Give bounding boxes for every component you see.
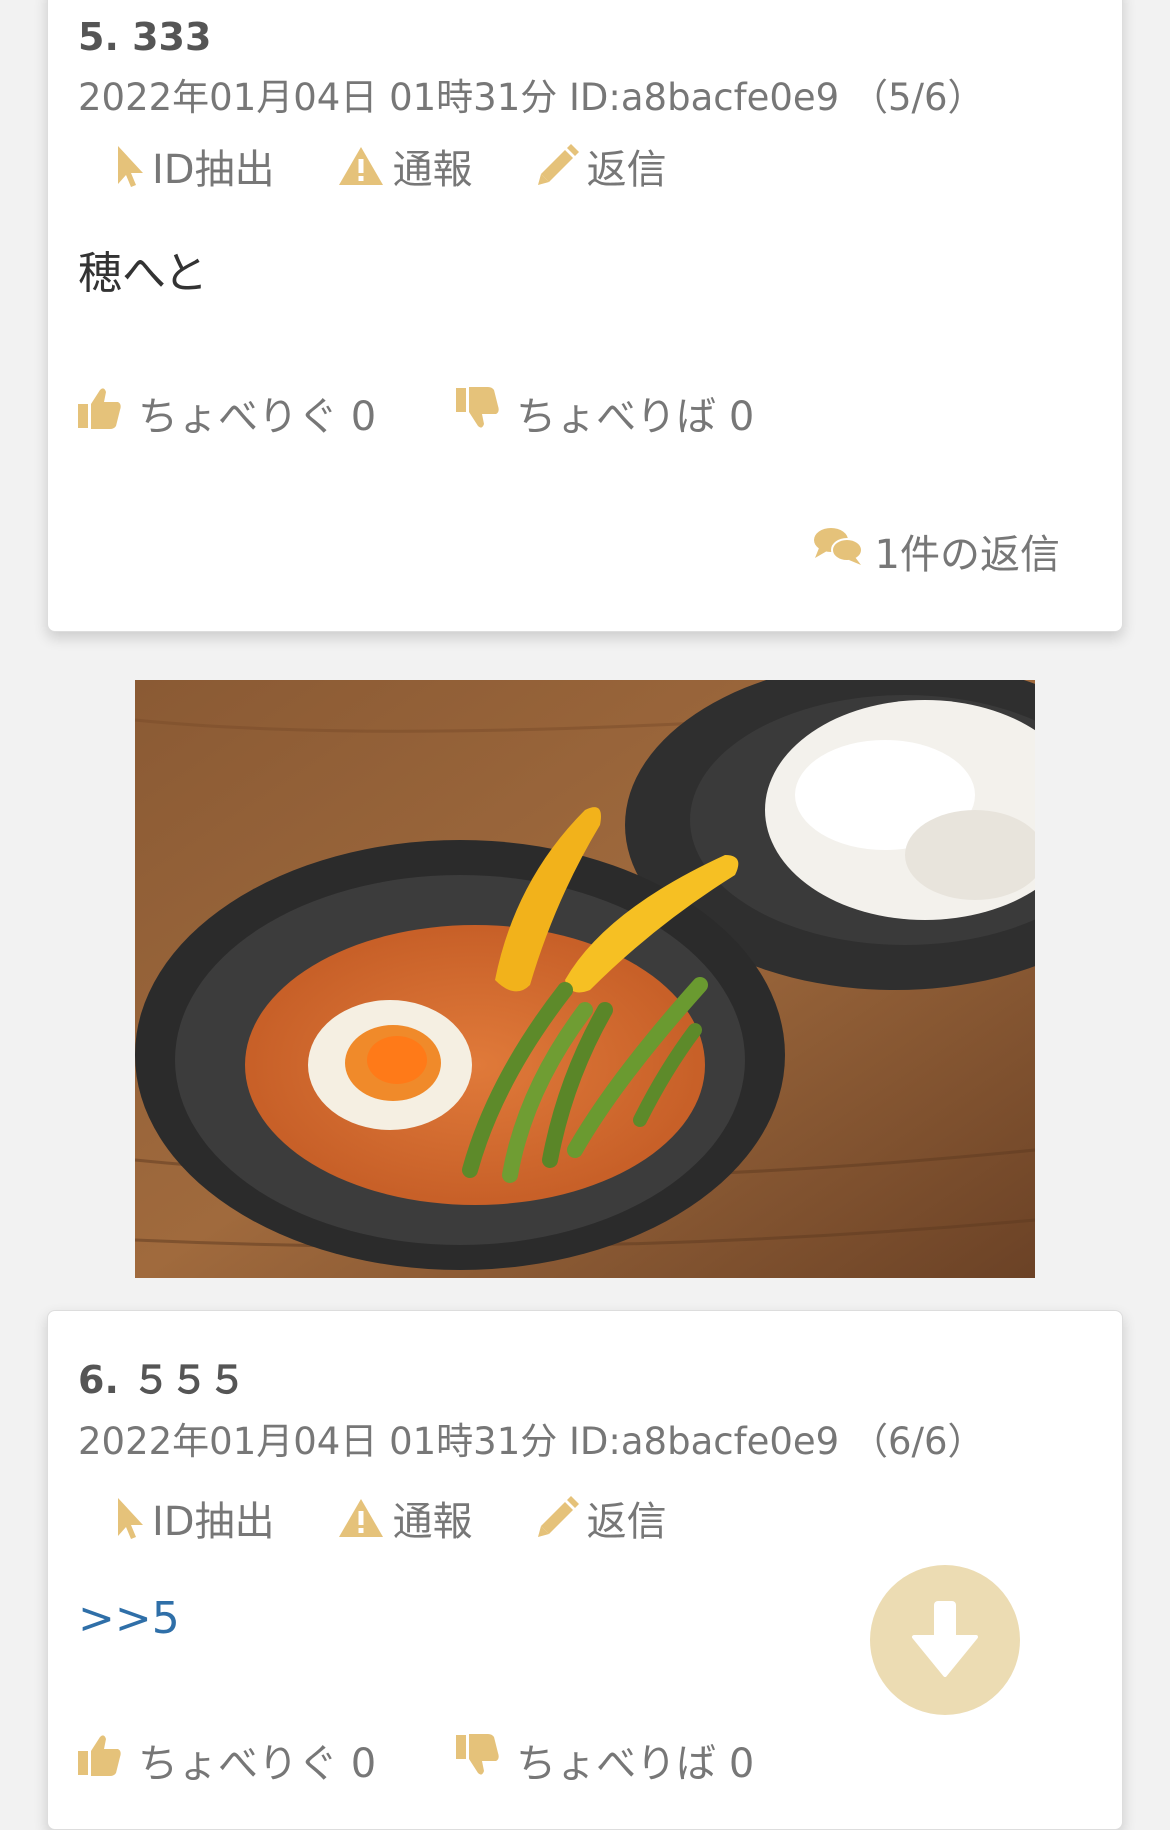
- anchor-link[interactable]: >>5: [78, 1593, 180, 1644]
- id-extract-label: ID抽出: [152, 147, 275, 193]
- good-count: 0: [350, 1741, 377, 1787]
- thumbs-up-icon: [78, 1733, 122, 1787]
- post-actions: ID抽出 通報 返信: [116, 1489, 667, 1547]
- post-meta: 2022年01月04日 01時31分 ID:a8bacfe0e9 （6/6）: [78, 1420, 985, 1463]
- post-meta: 2022年01月04日 01時31分 ID:a8bacfe0e9 （5/6）: [78, 76, 985, 119]
- post-card-5: 5. 333 2022年01月04日 01時31分 ID:a8bacfe0e9 …: [47, 0, 1123, 632]
- arrow-down-icon: [910, 1599, 980, 1681]
- cursor-icon: [116, 1496, 144, 1540]
- cursor-icon: [116, 144, 144, 188]
- replies-label: 1件の返信: [874, 532, 1060, 578]
- pencil-icon: [535, 1496, 579, 1540]
- warning-icon: [337, 1497, 385, 1539]
- report-button[interactable]: 通報: [337, 137, 473, 195]
- report-label: 通報: [392, 147, 473, 193]
- post-number: 5. 333: [78, 15, 212, 59]
- bad-label: ちょべりば: [516, 1741, 717, 1787]
- id-extract-label: ID抽出: [152, 1499, 275, 1545]
- good-label: ちょべりぐ: [138, 1741, 338, 1787]
- bad-vote-button[interactable]: ちょべりば 0: [456, 384, 754, 442]
- thumbs-up-icon: [78, 386, 122, 440]
- scroll-down-button[interactable]: [870, 1565, 1020, 1715]
- reply-label: 返信: [586, 147, 667, 193]
- bad-count: 0: [728, 1741, 755, 1787]
- pencil-icon: [535, 144, 579, 188]
- good-vote-button[interactable]: ちょべりぐ 0: [78, 384, 376, 442]
- good-label: ちょべりぐ: [138, 394, 338, 440]
- thumbs-down-icon: [456, 1733, 500, 1787]
- bad-vote-button[interactable]: ちょべりば 0: [456, 1731, 754, 1789]
- report-label: 通報: [392, 1499, 473, 1545]
- good-count: 0: [350, 394, 377, 440]
- reply-label: 返信: [586, 1499, 667, 1545]
- post-body: 穂へと: [78, 248, 208, 299]
- thumbs-down-icon: [456, 386, 500, 440]
- good-vote-button[interactable]: ちょべりぐ 0: [78, 1731, 376, 1789]
- comments-icon: [813, 526, 863, 576]
- post-votes: ちょべりぐ 0 ちょべりば 0: [78, 1731, 754, 1789]
- bad-count: 0: [728, 394, 755, 440]
- report-button[interactable]: 通報: [337, 1489, 473, 1547]
- curry-photo: [135, 680, 1035, 1278]
- id-extract-button[interactable]: ID抽出: [116, 137, 275, 195]
- warning-icon: [337, 145, 385, 187]
- bad-label: ちょべりば: [516, 394, 717, 440]
- reply-button[interactable]: 返信: [535, 1489, 667, 1547]
- replies-link[interactable]: 1件の返信: [813, 522, 1060, 580]
- post-actions: ID抽出 通報 返信: [116, 137, 667, 195]
- post-votes: ちょべりぐ 0 ちょべりば 0: [78, 384, 754, 442]
- id-extract-button[interactable]: ID抽出: [116, 1489, 275, 1547]
- reply-button[interactable]: 返信: [535, 137, 667, 195]
- post-number: 6. ５５５: [78, 1358, 247, 1402]
